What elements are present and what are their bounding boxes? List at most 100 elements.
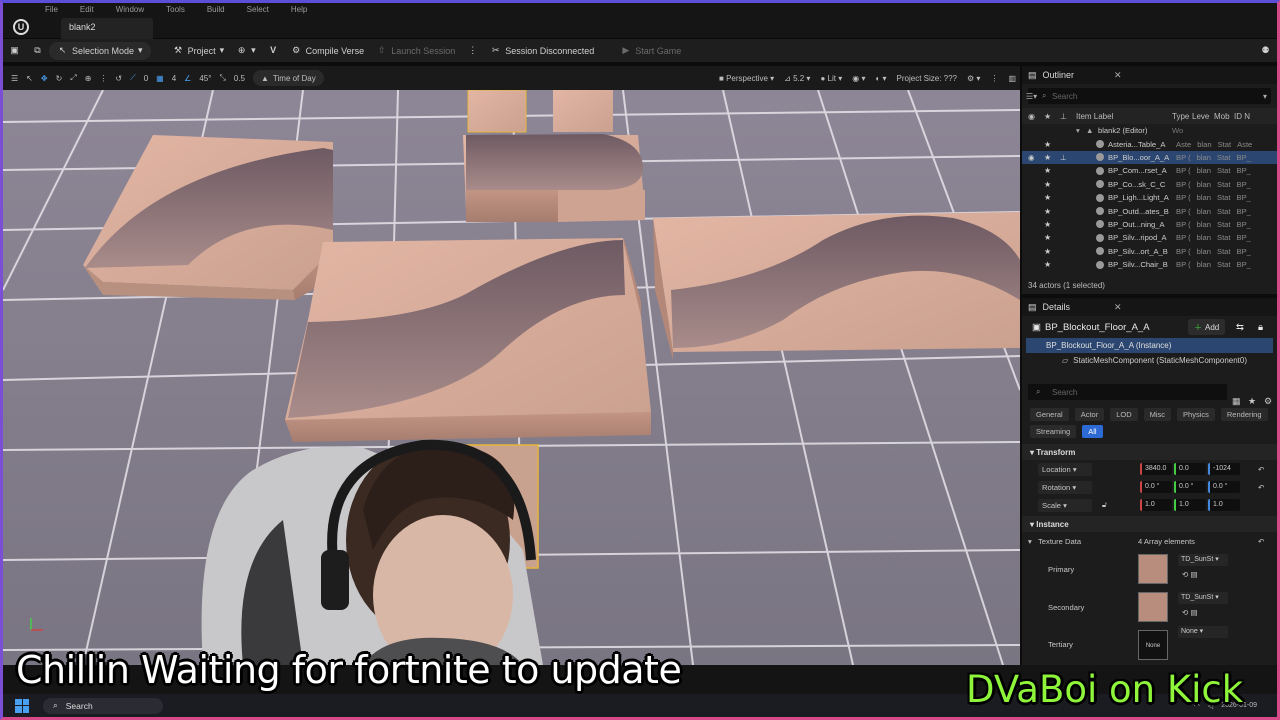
- camera-speed-button[interactable]: ⊿ 5.2 ▾: [784, 74, 810, 83]
- favorite-star-icon[interactable]: ★: [1044, 166, 1051, 175]
- outliner-row[interactable]: ★ BP_Silv...Chair_B BP (blan Stat BP_: [1022, 258, 1277, 271]
- secondary-thumbnail[interactable]: [1138, 592, 1168, 622]
- transform-section[interactable]: ▾ Transform: [1022, 444, 1277, 460]
- menu-tools[interactable]: Tools: [166, 5, 185, 14]
- add-component-button[interactable]: ＋ Add: [1188, 319, 1226, 335]
- instance-section[interactable]: ▾ Instance: [1022, 516, 1277, 532]
- filter-general[interactable]: General: [1030, 408, 1069, 421]
- favorite-star-icon[interactable]: ★: [1044, 193, 1051, 202]
- menu-window[interactable]: Window: [116, 5, 144, 14]
- favorite-star-icon[interactable]: ★: [1044, 220, 1051, 229]
- scalability-icon[interactable]: ◐ ▾: [875, 74, 886, 83]
- column-id[interactable]: ID N: [1234, 112, 1250, 121]
- content-browser-icon[interactable]: ⧉: [26, 42, 49, 60]
- favorite-star-icon[interactable]: ★: [1044, 112, 1051, 121]
- browse-icon[interactable]: ⟲ ▤: [1182, 608, 1198, 617]
- session-status-button[interactable]: ✂ Session Disconnected: [484, 42, 600, 60]
- settings-gear-icon[interactable]: ⚙ ▾: [967, 74, 980, 83]
- angle-snap-icon[interactable]: ∠: [184, 74, 191, 83]
- component-row[interactable]: ▱ StaticMeshComponent (StaticMeshComponen…: [1022, 353, 1277, 368]
- filter-rendering[interactable]: Rendering: [1220, 408, 1268, 421]
- pin-icon[interactable]: ⊥: [1060, 112, 1067, 121]
- launch-session-button[interactable]: ⇧ Launch Session: [370, 42, 461, 60]
- scale-x[interactable]: 1.0: [1140, 499, 1172, 511]
- more-options-icon[interactable]: ⋮: [461, 42, 484, 60]
- time-of-day-button[interactable]: ▲ Time of Day: [252, 70, 324, 86]
- angle-snap-value[interactable]: 45°: [199, 74, 211, 83]
- taskbar-search[interactable]: ⌕ Search: [43, 697, 163, 714]
- selection-mode-button[interactable]: ↖ Selection Mode ▾: [49, 41, 151, 60]
- level-viewport[interactable]: [3, 90, 1020, 665]
- rotation-z[interactable]: 0.0 °: [1208, 481, 1240, 493]
- chevron-down-icon[interactable]: ▾: [1263, 92, 1267, 101]
- users-icon[interactable]: ⚉: [1254, 42, 1277, 60]
- details-search-input[interactable]: ⌕ Search: [1028, 384, 1227, 400]
- outliner-row[interactable]: ★ BP_Silv...ort_A_B BP (blan Stat BP_: [1022, 245, 1277, 258]
- filter-lod[interactable]: LOD: [1110, 408, 1138, 421]
- menu-edit[interactable]: Edit: [80, 5, 94, 14]
- menu-build[interactable]: Build: [207, 5, 225, 14]
- favorite-star-icon[interactable]: ★: [1044, 140, 1051, 149]
- menu-file[interactable]: File: [45, 5, 58, 14]
- start-game-button[interactable]: ▶ Start Game: [614, 42, 687, 60]
- table-view-icon[interactable]: ▦: [1232, 396, 1241, 407]
- grid-snap-icon[interactable]: ▦: [156, 74, 164, 83]
- outliner-row[interactable]: ★ BP_Outd...ates_B BP (blan Stat BP_: [1022, 204, 1277, 217]
- pin-icon[interactable]: ⊥: [1060, 153, 1067, 162]
- primary-texture-dropdown[interactable]: TD_SunSt ▾: [1178, 554, 1228, 566]
- filter-misc[interactable]: Misc: [1143, 408, 1172, 421]
- hamburger-icon[interactable]: ☰: [11, 74, 18, 83]
- close-icon[interactable]: ✕: [1114, 70, 1122, 81]
- actor-name[interactable]: BP_Blockout_Floor_A_A: [1045, 322, 1150, 333]
- lock-icon[interactable]: 🔒︎: [1258, 322, 1263, 333]
- outliner-row[interactable]: ★ BP_Out...ning_A BP (blan Stat BP_: [1022, 218, 1277, 231]
- outliner-row[interactable]: ★ BP_Com...rset_A BP (blan Stat BP_: [1022, 164, 1277, 177]
- filter-icon[interactable]: ☰▾: [1026, 92, 1037, 101]
- reset-icon[interactable]: ↶: [1258, 483, 1264, 492]
- reset-icon[interactable]: ↶: [1258, 537, 1264, 546]
- show-icon[interactable]: ◉ ▾: [852, 74, 865, 83]
- scale-dropdown[interactable]: Scale ▾: [1038, 498, 1092, 512]
- expand-chevron-icon[interactable]: ▾: [1076, 126, 1080, 135]
- column-level[interactable]: Leve: [1192, 112, 1209, 121]
- column-type[interactable]: Type: [1172, 112, 1189, 121]
- world-space-icon[interactable]: ⊕: [85, 74, 92, 83]
- favorite-star-icon[interactable]: ★: [1044, 180, 1051, 189]
- rotation-dropdown[interactable]: Rotation ▾: [1038, 480, 1092, 494]
- grid-snap-value[interactable]: 4: [172, 74, 176, 83]
- outliner-row[interactable]: ◉ ⊥ ★ BP_Blo...oor_A_A BP (blan Stat BP_: [1022, 150, 1277, 165]
- outliner-search-input[interactable]: ☰▾ ⌕ Search ▾: [1026, 88, 1271, 104]
- filter-streaming[interactable]: Streaming: [1030, 425, 1077, 438]
- rotate-tool-icon[interactable]: ↻: [56, 74, 63, 83]
- location-dropdown[interactable]: Location ▾: [1038, 462, 1092, 476]
- options-more-icon[interactable]: ⋮: [990, 74, 998, 83]
- chevron-down-icon[interactable]: ▾: [1028, 537, 1032, 546]
- favorite-star-icon[interactable]: ★: [1044, 247, 1051, 256]
- scale-snap-icon[interactable]: ⤡: [219, 73, 225, 83]
- outliner-root-row[interactable]: ▾ ▲ blank2 (Editor) Wo: [1022, 124, 1277, 137]
- scale-tool-icon[interactable]: ⤢: [70, 73, 76, 83]
- windows-start-icon[interactable]: [15, 698, 29, 713]
- visibility-eye-icon[interactable]: ◉: [1028, 112, 1035, 121]
- blueprint-icon[interactable]: ⇆: [1236, 322, 1244, 333]
- filter-physics[interactable]: Physics: [1177, 408, 1215, 421]
- menu-select[interactable]: Select: [247, 5, 269, 14]
- favorite-star-icon[interactable]: ★: [1044, 233, 1051, 242]
- location-x[interactable]: 3840.0: [1140, 463, 1172, 475]
- outliner-row[interactable]: ★ BP_Silv...ripod_A BP (blan Stat BP_: [1022, 231, 1277, 244]
- location-y[interactable]: 0.0: [1174, 463, 1206, 475]
- scale-lock-icon[interactable]: 🔓︎: [1102, 500, 1107, 510]
- location-snap-icon[interactable]: ⟋: [130, 73, 136, 83]
- primary-thumbnail[interactable]: [1138, 554, 1168, 584]
- layout-icon[interactable]: ▥: [1008, 74, 1016, 83]
- tertiary-thumbnail[interactable]: None: [1138, 630, 1168, 660]
- location-z[interactable]: -1024: [1208, 463, 1240, 475]
- scale-snap-value[interactable]: 0.5: [234, 74, 245, 83]
- column-item-label[interactable]: Item Label: [1076, 112, 1113, 121]
- reset-icon[interactable]: ↶: [1258, 465, 1264, 474]
- tab-level[interactable]: blank2: [61, 18, 153, 39]
- more-icon[interactable]: ⋮: [99, 74, 107, 83]
- favorite-star-icon[interactable]: ★: [1044, 153, 1051, 162]
- rotation-x[interactable]: 0.0 °: [1140, 481, 1172, 493]
- surface-snap-icon[interactable]: ↺: [115, 74, 122, 83]
